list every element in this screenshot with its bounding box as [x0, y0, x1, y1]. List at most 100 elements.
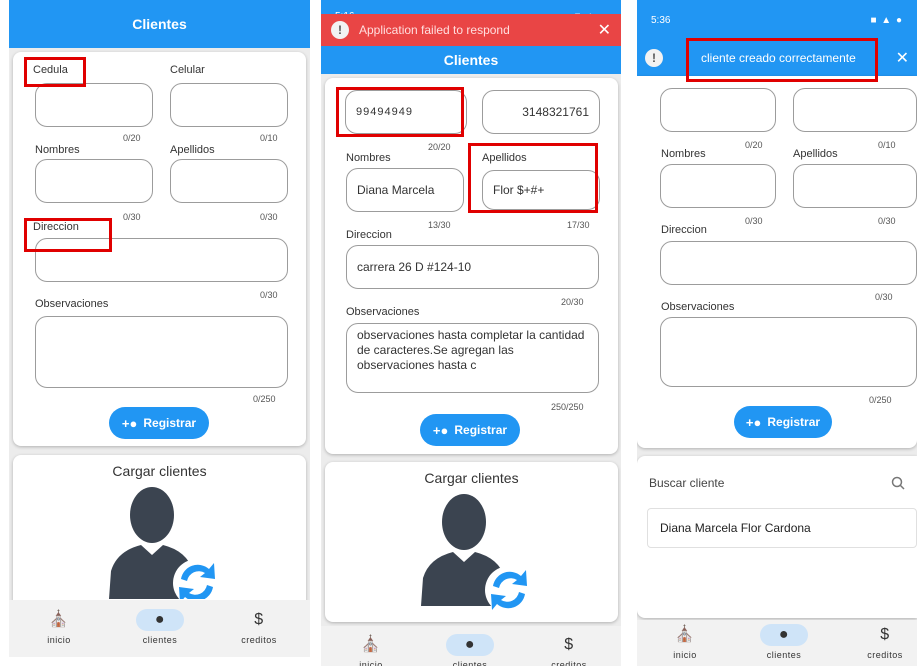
- celular-input[interactable]: [793, 88, 917, 132]
- status-time: 5:36: [651, 14, 671, 26]
- highlight-cedula: [336, 87, 464, 137]
- cedula-counter: 20/20: [428, 142, 451, 152]
- add-person-icon: +●: [121, 415, 138, 431]
- observaciones-input[interactable]: [660, 317, 917, 387]
- app-bar: Clientes: [9, 0, 310, 48]
- client-list-item[interactable]: Diana Marcela Flor Cardona: [647, 508, 917, 548]
- register-label: Registrar: [767, 415, 821, 429]
- dollar-icon: $: [254, 611, 264, 628]
- cedula-input[interactable]: [35, 83, 153, 127]
- celular-counter: 0/10: [878, 140, 896, 150]
- nav-inicio-label: inicio: [359, 660, 383, 666]
- error-banner: ! Application failed to respond ✕: [321, 14, 621, 46]
- status-icons: ■ ▲ ●: [870, 14, 903, 26]
- client-name: Diana Marcela Flor Cardona: [660, 521, 811, 535]
- bottom-nav: ⛪ inicio ● clientes $ creditos: [321, 626, 621, 666]
- close-icon[interactable]: ✕: [896, 48, 909, 68]
- screen-filled-form: 5:16 ■ ▲ ● ! Application failed to respo…: [321, 0, 621, 666]
- client-search-card: Buscar cliente Diana Marcela Flor Cardon…: [637, 456, 917, 618]
- bottom-nav: ⛪ inicio ● clientes $ creditos: [637, 620, 917, 666]
- info-icon: !: [645, 49, 663, 67]
- person-icon: ●: [446, 634, 494, 656]
- observaciones-label: Observaciones: [346, 306, 420, 318]
- observaciones-label: Observaciones: [661, 301, 735, 313]
- nav-clientes[interactable]: ● clientes: [135, 609, 185, 645]
- direccion-counter: 0/30: [260, 290, 278, 300]
- apellidos-counter: 0/30: [260, 212, 278, 222]
- register-label: Registrar: [454, 423, 508, 437]
- nav-inicio-label: inicio: [673, 650, 697, 660]
- nombres-input[interactable]: [35, 159, 153, 203]
- nav-inicio[interactable]: ⛪ inicio: [347, 634, 395, 666]
- register-button[interactable]: +● Registrar: [734, 406, 832, 438]
- highlight-toast: [686, 38, 878, 82]
- upload-clients-card[interactable]: Cargar clientes: [13, 455, 306, 615]
- nav-clientes[interactable]: ● clientes: [759, 624, 809, 660]
- nombres-input[interactable]: Diana Marcela: [346, 168, 464, 212]
- nav-creditos[interactable]: $ creditos: [541, 634, 597, 666]
- register-button[interactable]: +● Registrar: [109, 407, 209, 439]
- nombres-counter: 0/30: [123, 212, 141, 222]
- home-icon: ⛪: [48, 611, 70, 628]
- nav-creditos-label: creditos: [867, 650, 903, 660]
- highlight-apellidos: [468, 143, 598, 213]
- apellidos-counter: 17/30: [567, 220, 590, 230]
- error-message: Application failed to respond: [359, 23, 510, 37]
- celular-input[interactable]: 3148321761: [482, 90, 600, 134]
- nav-clientes[interactable]: ● clientes: [445, 634, 495, 666]
- observaciones-counter: 0/250: [869, 395, 892, 405]
- dollar-icon: $: [880, 626, 890, 643]
- cedula-input[interactable]: [660, 88, 776, 132]
- cedula-counter: 0/20: [745, 140, 763, 150]
- celular-label: Celular: [170, 64, 205, 76]
- observaciones-counter: 0/250: [253, 394, 276, 404]
- register-button[interactable]: +● Registrar: [420, 414, 520, 446]
- apellidos-input[interactable]: [793, 164, 917, 208]
- person-sync-icon: [421, 494, 533, 614]
- apellidos-counter: 0/30: [878, 216, 896, 226]
- home-icon: ⛪: [360, 636, 382, 653]
- app-title: Clientes: [132, 16, 187, 32]
- nombres-counter: 0/30: [745, 216, 763, 226]
- nav-creditos[interactable]: $ creditos: [231, 609, 287, 645]
- status-bar: 5:36 ■ ▲ ●: [637, 0, 917, 40]
- observaciones-label: Observaciones: [35, 298, 109, 310]
- upload-title: Cargar clientes: [424, 470, 519, 486]
- nombres-counter: 13/30: [428, 220, 451, 230]
- screen-client-created: 5:36 ■ ▲ ● ! cliente creado correctament…: [637, 0, 917, 666]
- nav-inicio[interactable]: ⛪ inicio: [35, 609, 83, 645]
- apellidos-input[interactable]: [170, 159, 288, 203]
- app-bar: Clientes: [321, 46, 621, 74]
- direccion-counter: 20/30: [561, 297, 584, 307]
- nav-clientes-label: clientes: [142, 635, 178, 645]
- nav-clientes-label: clientes: [766, 650, 802, 660]
- celular-counter: 0/10: [260, 133, 278, 143]
- nombres-input[interactable]: [660, 164, 776, 208]
- direccion-label: Direccion: [661, 224, 707, 236]
- nav-creditos[interactable]: $ creditos: [857, 624, 913, 660]
- app-title: Clientes: [443, 52, 499, 68]
- upload-clients-card[interactable]: Cargar clientes: [325, 462, 618, 622]
- direccion-input[interactable]: [660, 241, 917, 285]
- client-form-card: 0/20 0/10 Nombres Apellidos 0/30 0/30 Di…: [637, 76, 917, 448]
- observaciones-input[interactable]: observaciones hasta completar la cantida…: [346, 323, 599, 393]
- register-label: Registrar: [143, 416, 197, 430]
- nav-inicio[interactable]: ⛪ inicio: [661, 624, 709, 660]
- celular-input[interactable]: [170, 83, 288, 127]
- direccion-counter: 0/30: [875, 292, 893, 302]
- person-sync-icon: [109, 487, 221, 599]
- observaciones-input[interactable]: [35, 316, 288, 388]
- close-icon[interactable]: ✕: [598, 20, 611, 40]
- search-icon[interactable]: [891, 476, 905, 490]
- person-icon: ●: [760, 624, 808, 646]
- direccion-label: Direccion: [346, 229, 392, 241]
- info-icon: !: [331, 21, 349, 39]
- cedula-counter: 0/20: [123, 133, 141, 143]
- search-input[interactable]: Buscar cliente: [649, 476, 724, 490]
- nav-creditos-label: creditos: [241, 635, 277, 645]
- nav-inicio-label: inicio: [47, 635, 71, 645]
- direccion-input[interactable]: carrera 26 D #124-10: [346, 245, 599, 289]
- apellidos-label: Apellidos: [793, 148, 838, 160]
- highlight-direccion: [24, 218, 112, 252]
- nav-creditos-label: creditos: [551, 660, 587, 666]
